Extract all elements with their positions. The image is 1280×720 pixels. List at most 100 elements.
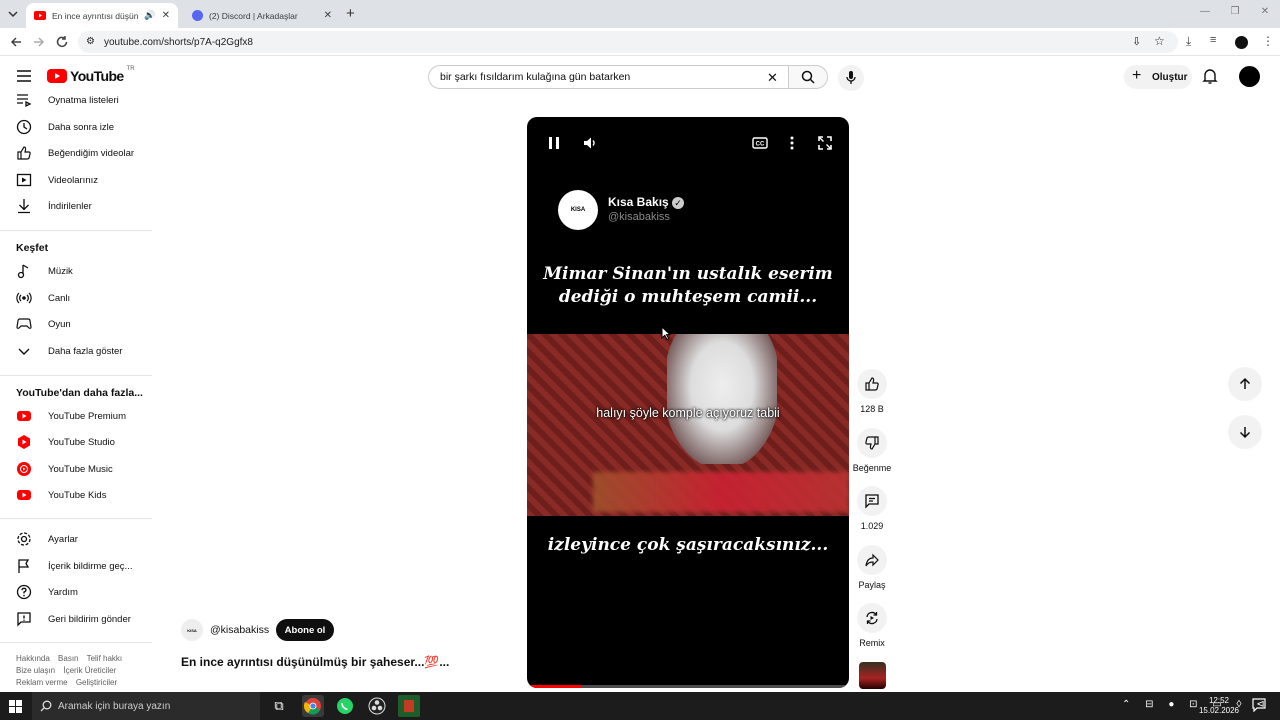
dislike-action[interactable]: Beğenme xyxy=(852,428,892,473)
back-icon[interactable] xyxy=(8,34,24,50)
clear-search-icon[interactable]: ✕ xyxy=(767,70,778,86)
arrow-up-icon xyxy=(1239,377,1251,389)
share-button[interactable] xyxy=(857,545,887,575)
sidebar-item-downloads[interactable]: İndirilenler xyxy=(0,193,152,219)
subscribe-button[interactable]: Abone ol xyxy=(276,619,334,641)
sidebar-item-label: YouTube Kids xyxy=(48,489,107,501)
share-label: Paylaş xyxy=(858,580,886,590)
forward-icon[interactable] xyxy=(31,34,47,50)
create-label: Oluştur xyxy=(1152,71,1188,83)
sidebar-item-report-history[interactable]: İçerik bildirme geç... xyxy=(0,553,152,579)
hamburger-menu-icon[interactable] xyxy=(16,69,32,83)
browser-menu-icon[interactable]: ⋮ xyxy=(1262,34,1278,50)
previous-short-button[interactable] xyxy=(1228,367,1262,401)
like-action[interactable]: 128 B xyxy=(852,369,892,414)
video-title[interactable]: En ince ayrıntısı düşünülmüş bir şaheser… xyxy=(181,655,449,669)
notifications-bell-icon[interactable] xyxy=(1202,68,1218,85)
footer-link[interactable]: Reklam verme xyxy=(16,678,68,687)
share-action[interactable]: Paylaş xyxy=(852,545,892,590)
notification-center-icon[interactable] xyxy=(1252,698,1266,712)
youtube-logo[interactable]: YouTube TR xyxy=(47,66,135,84)
more-options-icon[interactable] xyxy=(784,135,800,151)
shorts-player[interactable]: CC KISA Kısa Bakış ✓ @kisabakiss Mimar S… xyxy=(527,117,849,688)
site-info-icon[interactable]: ⚙ xyxy=(86,36,95,47)
account-avatar[interactable] xyxy=(1239,66,1260,87)
caption-line: Mimar Sinan'ın ustalık eserim xyxy=(543,264,833,284)
address-bar[interactable]: ⚙ youtube.com/shorts/p7A-q2Ggfx8 ⇩ ☆ xyxy=(78,31,1178,53)
progress-bar[interactable] xyxy=(527,685,849,688)
sidebar-item-live[interactable]: Canlı xyxy=(0,285,152,311)
close-tab-icon[interactable]: ✕ xyxy=(324,10,332,21)
close-tab-icon[interactable]: ✕ xyxy=(162,10,170,21)
sidebar-item-watch-later[interactable]: Daha sonra izle xyxy=(0,114,152,140)
sidebar-item-playlists[interactable]: Oynatma listeleri xyxy=(0,87,152,113)
obs-app-icon[interactable] xyxy=(366,695,388,717)
sidebar-item-gaming[interactable]: Oyun xyxy=(0,311,152,337)
sidebar-item-settings[interactable]: Ayarlar xyxy=(0,526,152,552)
search-input[interactable]: bir şarkı fısıldarım kulağına gün batark… xyxy=(428,65,790,89)
whatsapp-app-icon[interactable] xyxy=(334,695,356,717)
footer-links-row: Hakkında Basın Telif hakkı xyxy=(16,654,128,663)
footer-link[interactable]: Basın xyxy=(58,654,78,663)
browser-tab-youtube[interactable]: En ince ayrıntısı düşünülmüş 🔊 ✕ xyxy=(26,3,178,28)
next-short-button[interactable] xyxy=(1228,415,1262,449)
channel-handle: @kisabakiss xyxy=(608,211,670,223)
sidebar-item-liked-videos[interactable]: Beğendiğim videolar xyxy=(0,140,152,166)
comments-button[interactable] xyxy=(857,486,887,516)
gear-icon xyxy=(17,532,31,546)
search-button[interactable] xyxy=(788,65,828,89)
sound-thumbnail[interactable] xyxy=(859,662,886,689)
sidebar-item-help[interactable]: Yardım xyxy=(0,579,152,605)
footer-link[interactable]: İçerik Üreticiler xyxy=(63,666,116,675)
task-view-icon[interactable]: ⧉ xyxy=(268,695,290,717)
youtube-kids-icon xyxy=(17,490,31,500)
app-icon-green[interactable] xyxy=(398,695,420,717)
new-tab-button[interactable]: + xyxy=(346,5,355,22)
fullscreen-icon[interactable] xyxy=(817,135,833,151)
install-icon[interactable]: ⇩ xyxy=(1132,35,1141,48)
voice-search-button[interactable] xyxy=(838,65,864,91)
pause-icon[interactable] xyxy=(546,135,562,151)
volume-icon[interactable] xyxy=(582,135,598,151)
sidebar-item-music[interactable]: Müzik xyxy=(0,258,152,284)
close-window-icon[interactable]: ✕ xyxy=(1258,6,1272,20)
comments-action[interactable]: 1.029 xyxy=(852,486,892,531)
chrome-app-icon[interactable] xyxy=(302,695,324,717)
sidebar-item-show-more[interactable]: Daha fazla göster xyxy=(0,338,152,364)
channel-handle-link[interactable]: @kisabakiss xyxy=(210,624,269,636)
downloads-icon[interactable]: ⤓ xyxy=(1186,34,1202,50)
sidebar-item-send-feedback[interactable]: Geri bildirim gönder xyxy=(0,606,152,632)
tab-title: En ince ayrıntısı düşünülmüş xyxy=(52,10,139,21)
captions-icon[interactable]: CC xyxy=(752,135,768,151)
channel-avatar-small[interactable]: KISA xyxy=(181,619,203,641)
browser-tab-discord[interactable]: (2) Discord | Arkadaşlar ✕ xyxy=(184,3,340,28)
profile-avatar[interactable] xyxy=(1235,36,1248,49)
sidebar-item-youtube-music[interactable]: YouTube Music xyxy=(0,456,152,482)
reload-icon[interactable] xyxy=(54,34,70,50)
avatar-text: KISA xyxy=(187,627,197,633)
sidebar-item-youtube-kids[interactable]: YouTube Kids xyxy=(0,482,152,508)
restore-icon[interactable]: ❐ xyxy=(1228,6,1242,20)
taskbar-clock[interactable]: 12:52 15.02.2026 xyxy=(1196,696,1242,716)
dislike-button[interactable] xyxy=(857,428,887,458)
sidebar-item-youtube-premium[interactable]: YouTube Premium xyxy=(0,403,152,429)
taskbar-search-box[interactable]: Aramak için buraya yazın xyxy=(32,692,260,720)
windows-start-icon[interactable] xyxy=(9,700,22,713)
remix-action[interactable]: Remix xyxy=(852,603,892,648)
speaker-icon[interactable]: 🔊 xyxy=(144,10,155,21)
footer-link[interactable]: Bize ulaşın xyxy=(16,666,55,675)
footer-link[interactable]: Hakkında xyxy=(16,654,50,663)
channel-avatar: KISA xyxy=(558,190,598,230)
like-button[interactable] xyxy=(857,369,887,399)
media-control-icon[interactable]: ≡ xyxy=(1210,34,1226,50)
remix-button[interactable] xyxy=(857,603,887,633)
sidebar-item-your-videos[interactable]: Videolarınız xyxy=(0,167,152,193)
create-button[interactable]: + Oluştur xyxy=(1124,65,1192,89)
footer-link[interactable]: Telif hakkı xyxy=(87,654,123,663)
minimize-icon[interactable]: — xyxy=(1198,6,1212,20)
tab-list-button[interactable] xyxy=(6,7,20,21)
sidebar-item-youtube-studio[interactable]: YouTube Studio xyxy=(0,429,152,455)
footer-link[interactable]: Geliştiriciler xyxy=(76,678,117,687)
clock-date: 15.02.2026 xyxy=(1198,706,1240,715)
bookmark-star-icon[interactable]: ☆ xyxy=(1154,34,1165,48)
